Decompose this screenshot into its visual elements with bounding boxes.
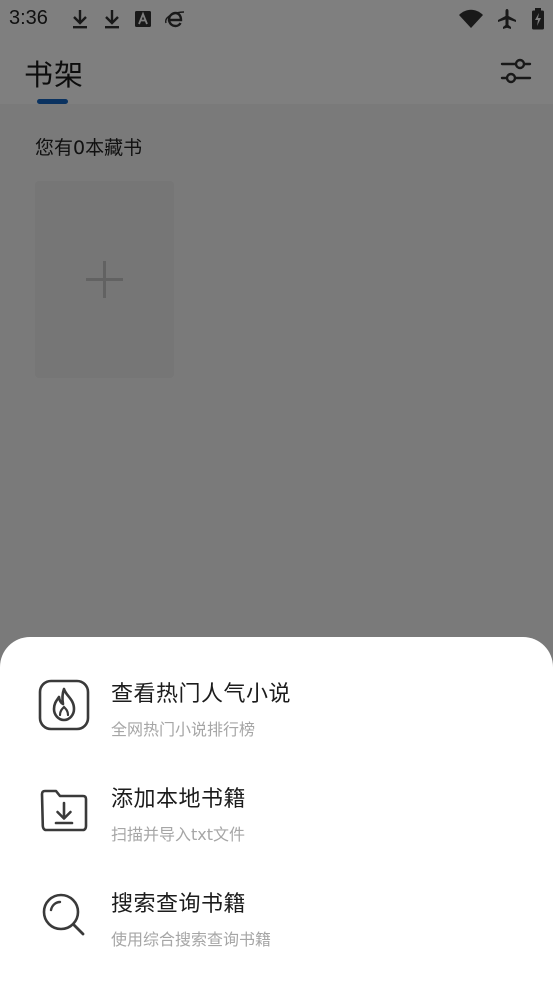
bottom-sheet: 查看热门人气小说 全网热门小说排行榜 添加本地书籍 扫描并导入txt文件 搜索查… (0, 637, 553, 983)
sheet-item-subtitle: 使用综合搜索查询书籍 (111, 930, 272, 949)
app-screen: 3:36 (0, 0, 553, 983)
folder-download-icon (40, 789, 88, 832)
sheet-item-hot-novels[interactable]: 查看热门人气小说 全网热门小说排行榜 (0, 667, 553, 767)
sheet-item-search-books[interactable]: 搜索查询书籍 使用综合搜索查询书籍 (0, 877, 553, 977)
sheet-item-title: 查看热门人气小说 (111, 682, 292, 707)
sheet-item-subtitle: 扫描并导入txt文件 (111, 825, 246, 844)
sheet-item-add-local[interactable]: 添加本地书籍 扫描并导入txt文件 (0, 772, 553, 872)
search-icon (42, 893, 85, 936)
sheet-item-title: 搜索查询书籍 (111, 892, 247, 917)
sheet-item-subtitle: 全网热门小说排行榜 (111, 720, 256, 739)
sheet-item-title: 添加本地书籍 (111, 787, 247, 812)
fire-icon (38, 679, 90, 731)
